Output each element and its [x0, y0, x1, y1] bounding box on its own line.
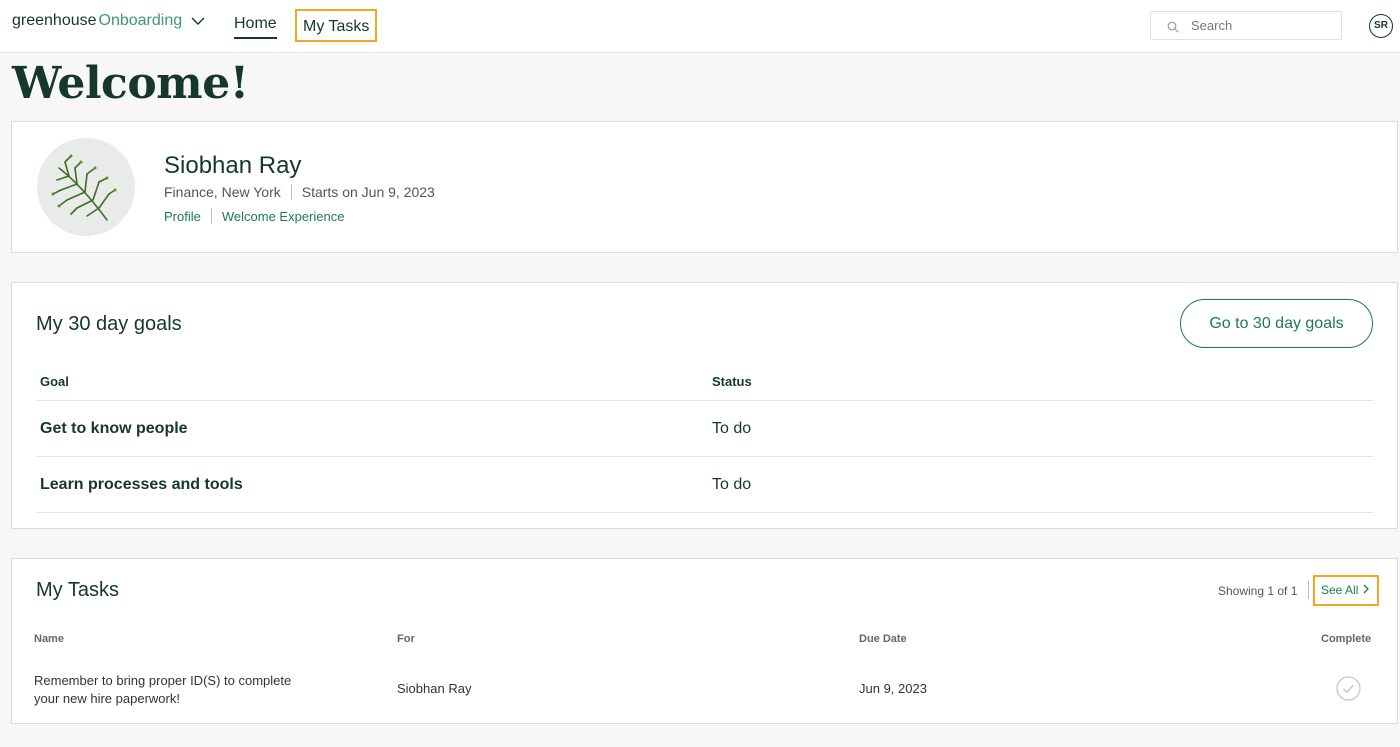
- task-due-date: Jun 9, 2023: [859, 681, 927, 696]
- divider: [210, 208, 212, 224]
- goals-column-goal: Goal: [40, 374, 69, 389]
- complete-checkbox[interactable]: [1336, 676, 1361, 701]
- tasks-column-name: Name: [34, 633, 64, 645]
- employee-location: Finance, New York: [164, 184, 281, 200]
- check-circle-icon: [1336, 676, 1361, 701]
- top-navigation-bar: greenhouse Onboarding Home My Tasks SR: [0, 0, 1400, 53]
- brand-name: greenhouse: [12, 12, 97, 29]
- divider: [1308, 581, 1309, 599]
- employee-meta: Finance, New York Starts on Jun 9, 2023: [164, 184, 435, 200]
- page-title: Welcome!: [12, 58, 249, 109]
- tasks-column-due-date: Due Date: [859, 633, 907, 645]
- go-to-goals-button[interactable]: Go to 30 day goals: [1180, 299, 1373, 348]
- goal-status: To do: [712, 476, 752, 493]
- brand-product: Onboarding: [98, 12, 183, 29]
- nav-home-link[interactable]: Home: [234, 15, 277, 39]
- goals-title: My 30 day goals: [36, 313, 182, 335]
- goal-name: Learn processes and tools: [40, 476, 243, 493]
- goals-card: My 30 day goals Go to 30 day goals Goal …: [11, 282, 1398, 529]
- task-for: Siobhan Ray: [397, 681, 472, 696]
- tasks-card: My Tasks Showing 1 of 1 See All Name For…: [11, 558, 1398, 724]
- chevron-right-icon: [1362, 583, 1370, 597]
- search-input[interactable]: [1191, 18, 1331, 33]
- divider: [36, 512, 1374, 513]
- divider: [36, 400, 1374, 401]
- tasks-column-for: For: [397, 633, 415, 645]
- profile-links: Profile Welcome Experience: [164, 208, 344, 224]
- goal-status: To do: [712, 420, 752, 437]
- divider: [290, 184, 292, 200]
- brand-switcher[interactable]: greenhouse Onboarding: [12, 12, 206, 30]
- search-icon: [1167, 20, 1179, 33]
- see-all-label: See All: [1321, 583, 1359, 597]
- chevron-down-icon: [190, 13, 206, 29]
- see-all-link[interactable]: See All: [1313, 575, 1379, 606]
- plant-sprig-icon: [51, 154, 117, 221]
- divider: [36, 456, 1374, 457]
- task-name-line: your new hire paperwork!: [34, 691, 180, 706]
- profile-link[interactable]: Profile: [164, 209, 201, 224]
- nav-my-tasks-link[interactable]: My Tasks: [295, 9, 378, 42]
- task-name-line: Remember to bring proper ID(S) to comple…: [34, 673, 292, 688]
- user-avatar[interactable]: SR: [1369, 14, 1393, 38]
- employee-name: Siobhan Ray: [164, 152, 302, 179]
- goals-column-status: Status: [712, 374, 752, 389]
- tasks-count: Showing 1 of 1: [1218, 584, 1298, 598]
- tasks-column-complete: Complete: [1321, 633, 1372, 645]
- profile-card: Siobhan Ray Finance, New York Starts on …: [11, 121, 1398, 253]
- search-box[interactable]: [1150, 11, 1342, 40]
- tasks-title: My Tasks: [36, 579, 119, 601]
- welcome-experience-link[interactable]: Welcome Experience: [222, 209, 345, 224]
- employee-start-date: Starts on Jun 9, 2023: [301, 184, 435, 200]
- task-name[interactable]: Remember to bring proper ID(S) to comple…: [34, 672, 291, 708]
- profile-picture: [37, 138, 135, 236]
- goal-name: Get to know people: [40, 420, 188, 437]
